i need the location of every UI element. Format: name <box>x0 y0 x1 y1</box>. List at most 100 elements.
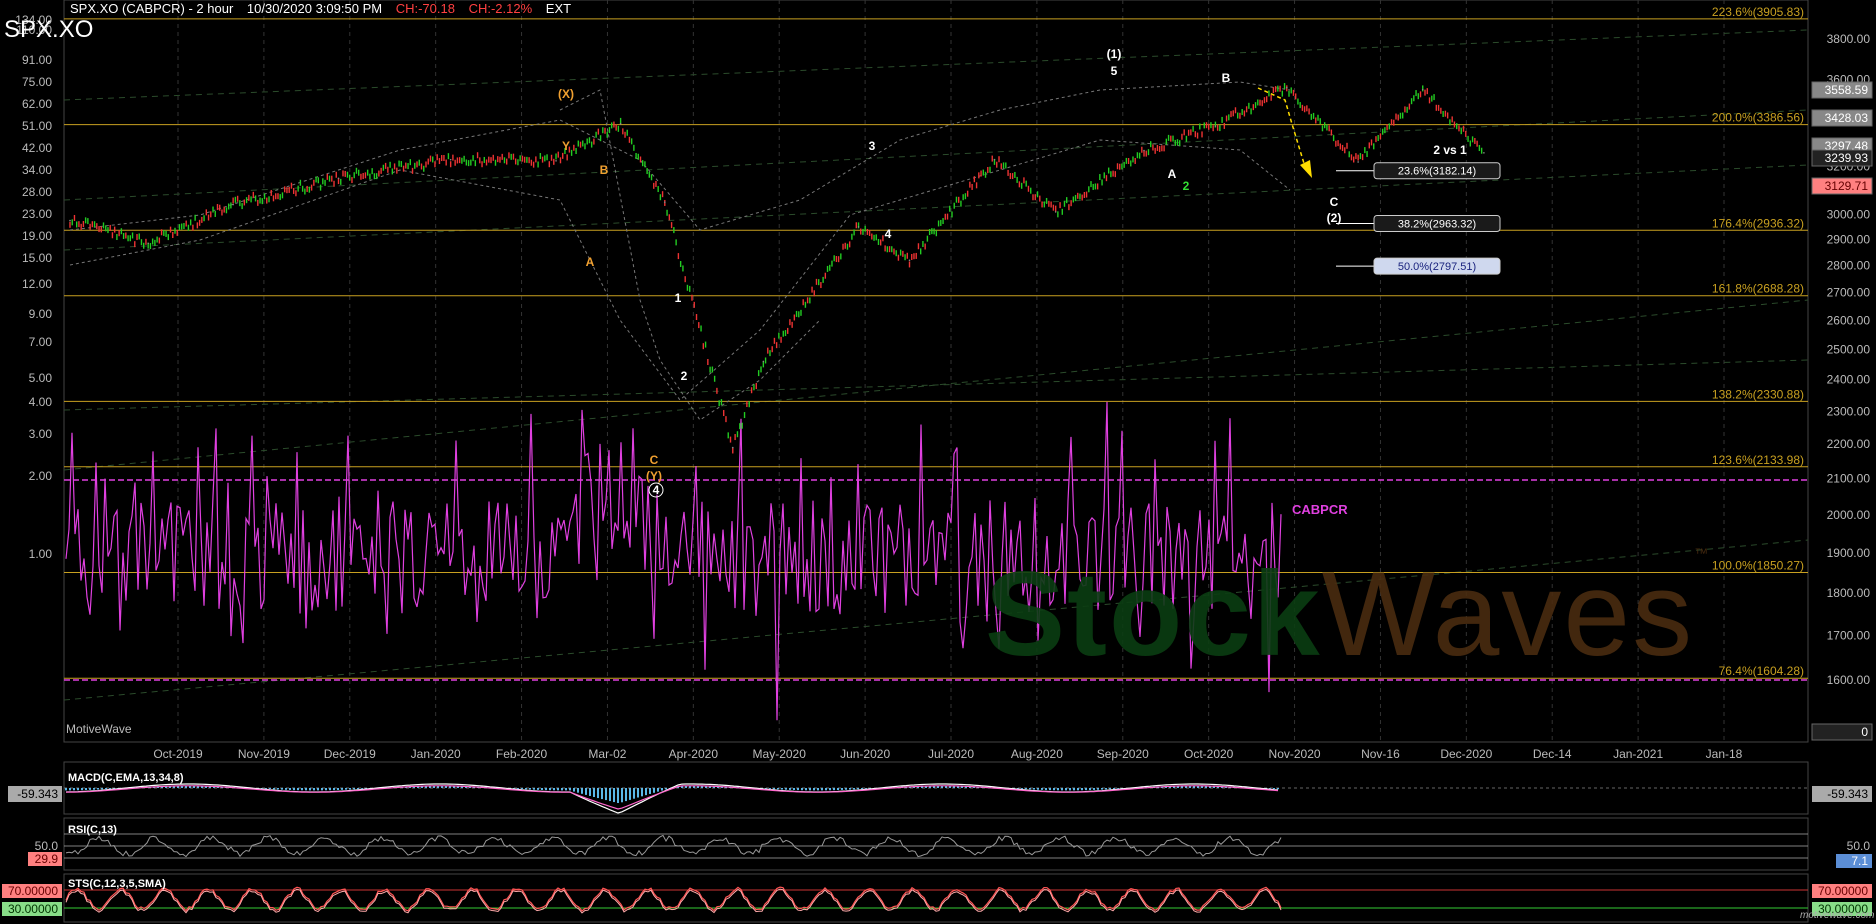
right-axis-tick: 1600.00 <box>1827 673 1871 687</box>
wave-label: 4 <box>885 227 892 241</box>
right-axis-tick: 2600.00 <box>1827 313 1871 327</box>
price-point <box>232 203 234 206</box>
right-axis-tick: 1900.00 <box>1827 546 1871 560</box>
macd-title: MACD(C,EMA,13,34,8) <box>68 772 184 784</box>
price-point <box>449 158 452 161</box>
price-point <box>762 360 765 363</box>
x-tick-label: Jan-18 <box>1706 747 1743 761</box>
x-tick-label: May-2020 <box>753 747 807 761</box>
x-tick-label: Dec-2020 <box>1440 747 1492 761</box>
fib-label: 76.4%(1604.28) <box>1719 664 1804 678</box>
left-axis-tick: 34.00 <box>22 163 52 177</box>
left-axis-tick: 75.00 <box>22 75 52 89</box>
wave-label: B <box>600 163 609 177</box>
watermark-tm: ™ <box>1694 545 1711 561</box>
sts-left-upper: 70.00000 <box>8 884 58 898</box>
retracement-label: 50.0%(2797.51) <box>1398 261 1476 273</box>
trend-line <box>63 29 1809 101</box>
right-axis-tick: 2800.00 <box>1827 259 1871 273</box>
price-tag-text: 3558.59 <box>1825 83 1869 97</box>
wave-label: 2 vs 1 <box>1433 143 1467 157</box>
wave-label: 4 <box>653 483 660 497</box>
price-point <box>619 123 622 125</box>
price-point <box>1357 161 1359 163</box>
price-tag-text: 3239.93 <box>1825 151 1869 165</box>
sts-right-upper: 70.00000 <box>1818 884 1868 898</box>
trend-line <box>63 164 1809 251</box>
price-point <box>857 226 860 228</box>
left-axis-tick: 62.00 <box>22 97 52 111</box>
right-axis-tick: 2100.00 <box>1827 472 1871 486</box>
watermark-stock: Stock <box>985 547 1322 681</box>
x-tick-label: Dec-2019 <box>324 747 376 761</box>
macd-signal <box>65 785 1279 810</box>
left-axis-tick: 3.00 <box>29 427 53 441</box>
left-axis-tick: 9.00 <box>29 307 53 321</box>
x-tick-label: Jan-2020 <box>411 747 461 761</box>
sts-d-line <box>65 888 1282 914</box>
symbol-info: SPX.XO (CABPCR) - 2 hour <box>70 1 234 16</box>
fib-label: 200.0%(3386.56) <box>1712 111 1804 125</box>
price-tag-text: 3129.71 <box>1825 179 1869 193</box>
projection-arrow-head <box>1300 160 1312 178</box>
rsi-right-tick: 50.0 <box>1847 839 1871 853</box>
rsi-left-value: 29.9 <box>35 852 59 866</box>
fib-label: 176.4%(2936.32) <box>1712 216 1804 230</box>
retracement-label: 38.2%(2963.32) <box>1398 219 1476 231</box>
left-axis-tick: 15.00 <box>22 251 52 265</box>
price-point <box>1214 125 1217 127</box>
wave-label: C <box>1330 195 1339 209</box>
cabpcr-label: CABPCR <box>1292 502 1348 517</box>
x-tick-label: Nov-2019 <box>238 747 290 761</box>
price-point <box>1143 149 1145 152</box>
x-tick-label: Nov-2020 <box>1269 747 1321 761</box>
price-point <box>731 446 734 449</box>
trend-line <box>63 359 1809 411</box>
left-axis-tick: 28.00 <box>22 185 52 199</box>
session: EXT <box>545 1 572 16</box>
sts-left-lower: 30.00000 <box>8 902 58 916</box>
fib-label: 161.8%(2688.28) <box>1712 282 1804 296</box>
wave-label: (X) <box>558 87 574 101</box>
trend-line <box>63 109 1809 201</box>
x-tick-label: Jun-2020 <box>840 747 890 761</box>
x-tick-label: Jul-2020 <box>928 747 974 761</box>
price-tag-text: 0 <box>1861 725 1868 739</box>
left-axis-tick: 1.00 <box>29 547 53 561</box>
wave-label: (Y) <box>646 469 662 483</box>
datetime: 10/30/2020 3:09:50 PM <box>246 1 383 16</box>
chart-canvas: Oct-2019 Nov-2019 Dec-2019 Jan-2020 Feb-2020… <box>2 0 1873 923</box>
right-axis-tick: 1800.00 <box>1827 586 1871 600</box>
fib-label: 138.2%(2330.88) <box>1712 387 1804 401</box>
x-tick-label: Mar-02 <box>588 747 626 761</box>
wave-labels: (X)YBAC(Y)41234(1)5A2BC(2)2 vs 1 <box>558 47 1467 498</box>
wave-label: 2 <box>1183 179 1190 193</box>
x-tick-label: Apr-2020 <box>669 747 719 761</box>
wave-label: 2 <box>681 369 688 383</box>
wave-label: (2) <box>1327 211 1342 225</box>
left-axis-tick: 19.00 <box>22 229 52 243</box>
retracement-label: 23.6%(3182.14) <box>1398 166 1476 178</box>
wave-label: Y <box>562 139 570 153</box>
left-axis-tick: 91.00 <box>22 53 52 67</box>
watermark-waves: Waves <box>1321 547 1695 681</box>
wave-label: C <box>650 453 659 467</box>
price-point <box>1054 211 1057 213</box>
wave-label: 3 <box>869 139 876 153</box>
x-tick-label: Jan-2021 <box>1613 747 1663 761</box>
change: CH:-70.18 <box>395 1 455 16</box>
price-point <box>555 160 557 162</box>
price-point <box>663 201 666 203</box>
x-tick-label: Oct-2019 <box>153 747 203 761</box>
motivewave-label: MotiveWave <box>66 722 132 736</box>
rsi-left-tick: 50.0 <box>35 839 59 853</box>
sts-panel: 70.0000030.0000070.0000030.00000 <box>2 884 1872 916</box>
price-tag-text: 3428.03 <box>1825 111 1869 125</box>
left-axis-tick: 12.00 <box>22 277 52 291</box>
price-point <box>908 259 911 262</box>
price-point <box>147 242 149 245</box>
rsi-title: RSI(C,13) <box>68 824 117 836</box>
x-tick-label: Nov-16 <box>1361 747 1400 761</box>
right-axis-tick: 2900.00 <box>1827 233 1871 247</box>
fib-label: 100.0%(1850.27) <box>1712 558 1804 572</box>
